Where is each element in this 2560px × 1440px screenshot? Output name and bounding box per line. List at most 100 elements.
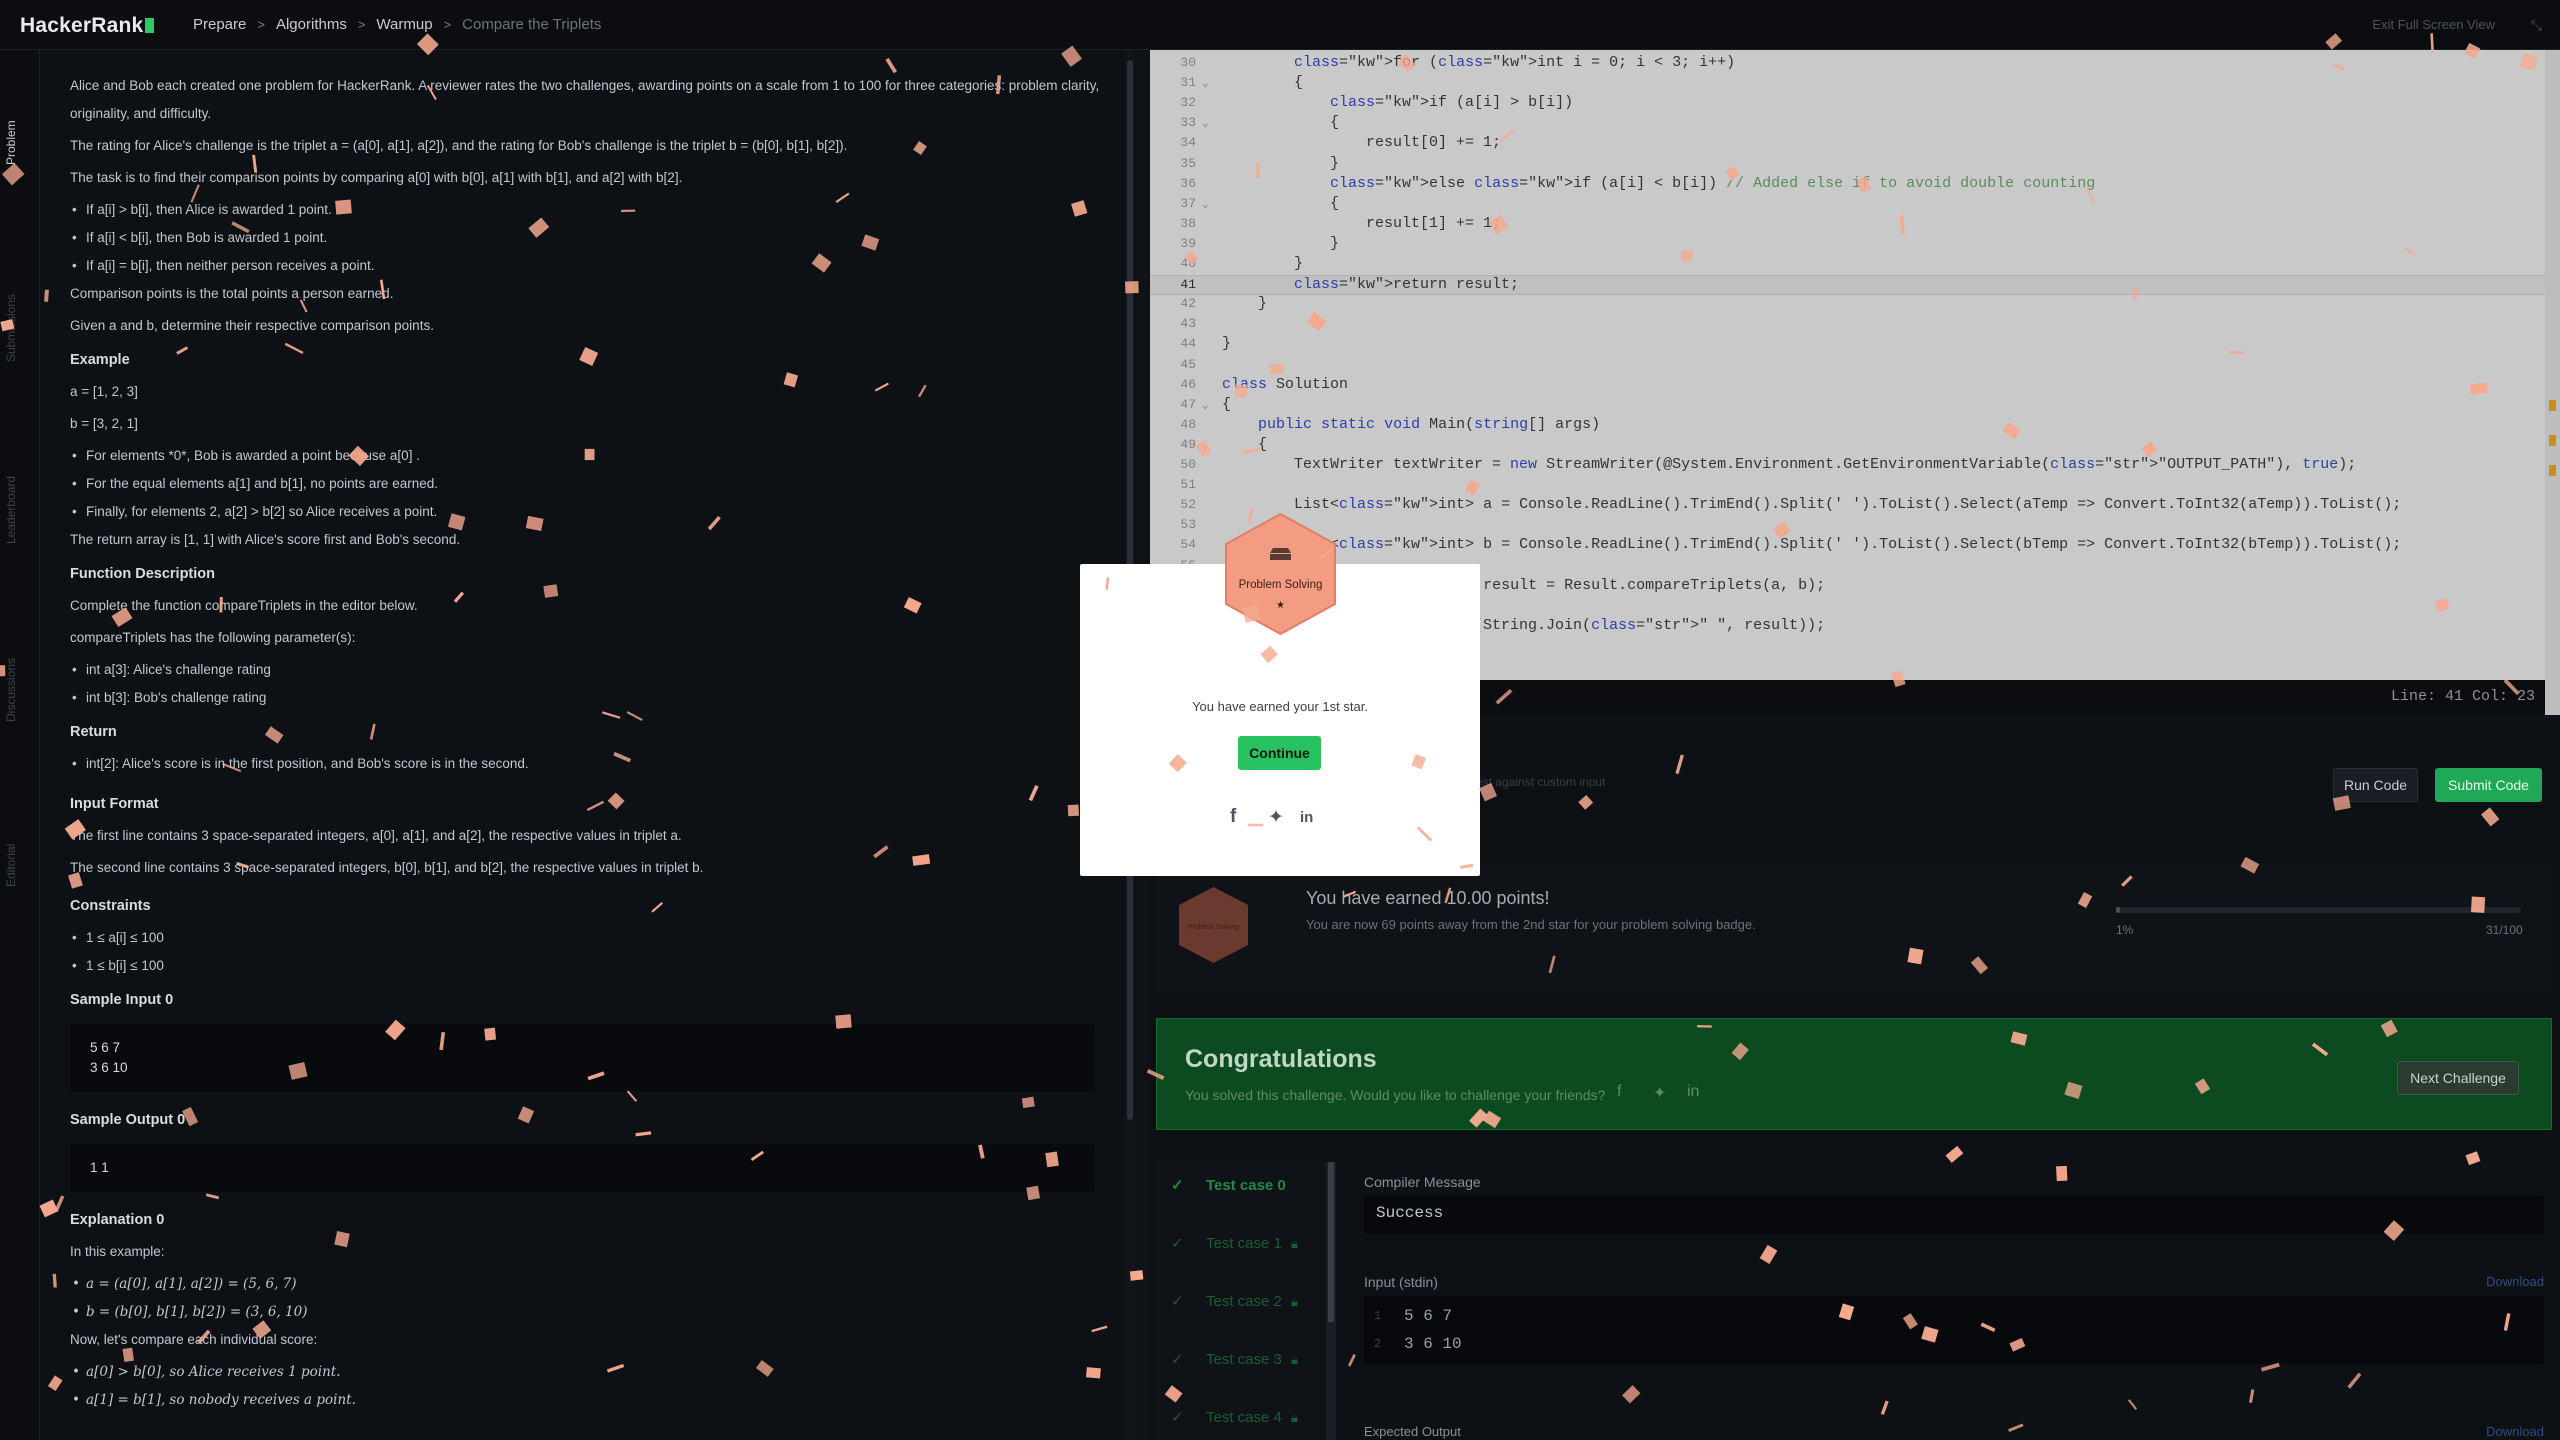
chevron-right-icon: > [357,17,366,32]
download-input-link[interactable]: Download [2486,1274,2544,1289]
twitter-icon[interactable]: ✦ [1653,1083,1666,1103]
line-number: 35 [1180,155,1196,171]
fold-chevron-icon[interactable]: ⌄ [1202,197,1222,211]
problem-given: Given a and b, determine their respectiv… [70,318,434,333]
fold-gutter [1202,299,1222,311]
collapse-icon[interactable]: ⤡ [2531,17,2542,34]
list-item: For elements *0*, Bob is awarded a point… [70,442,1115,470]
fold-gutter [1202,280,1222,292]
cursor-position: Line: 41 Col: 23 [2390,688,2535,705]
code-text: { [1222,435,1268,453]
linkedin-icon[interactable]: in [1687,1083,1699,1101]
code-line[interactable]: 33 ⌄ { [1150,114,2545,134]
code-line[interactable]: 45 [1150,356,2545,376]
problem-ratings: The rating for Alice's challenge is the … [70,138,848,153]
fold-gutter [1202,520,1222,532]
exit-full-screen-link[interactable]: Exit Full Screen View [2372,17,2495,32]
line-number: 45 [1180,356,1196,372]
tab-submissions[interactable]: Submissions [4,280,34,375]
scrollbar-thumb[interactable] [1328,1162,1334,1322]
test-case-scrollbar[interactable] [1326,1162,1336,1440]
fold-gutter [1202,460,1222,472]
line-number: 46 [1180,376,1196,392]
code-line[interactable]: 37 ⌄ { [1150,195,2545,215]
hackerrank-logo[interactable]: HackerRank [20,14,155,38]
progress-total: 31/100 [2486,923,2523,937]
code-line[interactable]: 32 class="kw">if (a[i] > b[i]) [1150,94,2545,114]
code-text: class="kw">else class="kw">if (a[i] < b[… [1330,174,2096,192]
progress-percent: 1% [2116,923,2134,937]
tab-leaderboard[interactable]: Leaderboard [4,460,34,560]
line-number: 52 [1180,497,1196,513]
problem-task: The task is to find their comparison poi… [70,170,683,185]
section-heading: Example [70,352,130,368]
code-line[interactable]: 35 } [1150,155,2545,175]
download-expected-link[interactable]: Download [2486,1424,2544,1439]
test-case-item[interactable]: ✓ Test case 0 [1156,1162,1316,1210]
tab-problem[interactable]: Problem [4,112,34,174]
code-line[interactable]: 54 List<class="kw">int> b = Console.Read… [1150,536,2545,556]
linkedin-icon[interactable]: in [1300,809,1313,826]
code-line[interactable]: 52 List<class="kw">int> a = Console.Read… [1150,496,2545,516]
code-line[interactable]: 51 [1150,476,2545,496]
check-circle-icon: ✓ [1171,1409,1184,1426]
code-text: } [1222,335,1232,353]
submit-code-button[interactable]: Submit Code [2435,768,2542,802]
code-line[interactable]: 34 result[0] += 1; [1150,134,2545,154]
fold-chevron-icon[interactable]: ⌄ [1202,438,1222,452]
code-line[interactable]: 44 } [1150,335,2545,355]
test-case-item[interactable]: ✓ Test case 4 🔒︎ [1156,1394,1316,1440]
code-text: class="kw">for (class="kw">int i = 0; i … [1294,54,1736,71]
code-line[interactable]: 40 } [1150,255,2545,275]
facebook-icon[interactable]: f [1617,1083,1621,1101]
code-line[interactable]: 53 [1150,516,2545,536]
code-line[interactable]: 48 public static void Main(string[] args… [1150,416,2545,436]
code-line[interactable]: 39 } [1150,235,2545,255]
fold-chevron-icon[interactable]: ⌄ [1202,398,1222,412]
problem-solving-badge-icon: Problem Solving [1179,887,1248,963]
tab-editorial[interactable]: Editorial [4,830,34,900]
list-item: a[0] > b[0], so Alice receives 1 point. [70,1358,1115,1386]
code-text: result[0] += 1; [1222,134,1502,152]
tab-discussions[interactable]: Discussions [4,645,34,735]
breadcrumb-algorithms[interactable]: Algorithms [276,16,347,33]
code-line[interactable]: 50 TextWriter textWriter = new StreamWri… [1150,456,2545,476]
breadcrumb-prepare[interactable]: Prepare [193,16,246,33]
list-item: int[2]: Alice's score is in the first po… [70,750,1115,778]
code-line[interactable]: 47 ⌄{ [1150,396,2545,416]
next-challenge-button[interactable]: Next Challenge [2397,1061,2519,1095]
line-number: 54 [1180,537,1196,553]
test-case-item[interactable]: ✓ Test case 2 🔒︎ [1156,1278,1316,1326]
fold-chevron-icon[interactable]: ⌄ [1202,116,1222,130]
input-label: Input (stdin) [1364,1274,1438,1290]
code-line[interactable]: 46 class Solution [1150,376,2545,396]
code-line[interactable]: 30 class="kw">for (class="kw">int i = 0;… [1150,54,2545,74]
code-line[interactable]: 36 class="kw">else class="kw">if (a[i] <… [1150,175,2545,195]
test-case-item[interactable]: ✓ Test case 1 🔒︎ [1156,1220,1316,1268]
problem-points: Comparison points is the total points a … [70,286,394,301]
code-line[interactable]: 38 result[1] += 1; [1150,215,2545,235]
code-line[interactable]: 43 [1150,315,2545,335]
code-text: result[1] += 1; [1222,214,1502,232]
example-list: For elements *0*, Bob is awarded a point… [70,442,1115,526]
code-line[interactable]: 31 ⌄ { [1150,74,2545,94]
test-case-item[interactable]: ✓ Test case 3 🔒︎ [1156,1336,1316,1384]
input-line: 23 6 10 [1374,1335,1462,1353]
fold-chevron-icon[interactable]: ⌄ [1202,76,1222,90]
run-code-button[interactable]: Run Code [2333,768,2418,802]
code-line[interactable]: 42 } [1150,295,2545,315]
custom-input-label[interactable]: Test against custom input [1470,775,1605,789]
congrats-title: Congratulations [1185,1045,1377,1073]
code-line[interactable]: 49 ⌄ { [1150,436,2545,456]
list-item: If a[i] < b[i], then Bob is awarded 1 po… [70,224,1115,252]
compiler-message-label: Compiler Message [1364,1174,1481,1190]
section-heading: Input Format [70,796,159,812]
twitter-icon[interactable]: ✦ [1268,806,1284,829]
list-item: Finally, for elements 2, a[2] > b[2] so … [70,498,1115,526]
list-item: int b[3]: Bob's challenge rating [70,684,1115,712]
facebook-icon[interactable]: f [1230,806,1236,828]
editor-scrollbar[interactable] [2545,50,2560,715]
code-line[interactable]: 41 class="kw">return result; [1150,275,2545,296]
continue-button[interactable]: Continue [1238,736,1321,770]
breadcrumb-warmup[interactable]: Warmup [376,16,432,33]
